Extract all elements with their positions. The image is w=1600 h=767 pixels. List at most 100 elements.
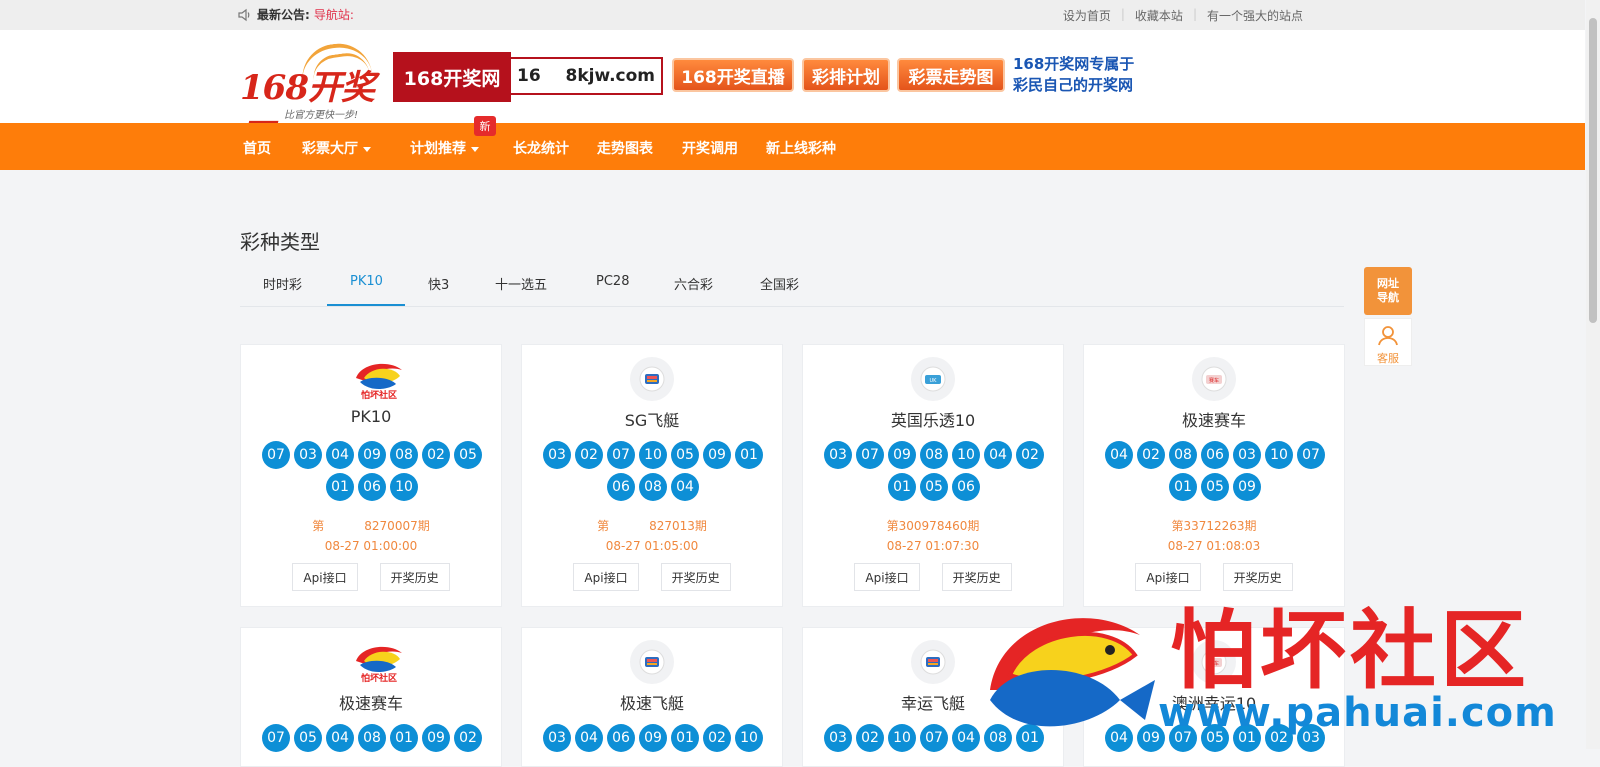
lottery-name[interactable]: 极速赛车: [1084, 407, 1344, 431]
number-ball: 01: [671, 724, 699, 752]
api-button[interactable]: Api接口: [854, 563, 920, 591]
bookmark-link[interactable]: 收藏本站: [1125, 7, 1193, 24]
live-draw-button[interactable]: 168开奖直播: [672, 58, 794, 92]
history-button[interactable]: 开奖历史: [379, 563, 450, 591]
number-ball: 02: [703, 724, 731, 752]
banner-brand[interactable]: 168开奖网: [393, 52, 511, 102]
lottery-card[interactable]: 赛车 澳洲幸运10 04 09 07 05 01 02 03: [1083, 627, 1345, 767]
nav-label: 首页: [243, 141, 271, 157]
lottery-name[interactable]: SG飞艇: [522, 407, 782, 431]
lottery-type-tabs: 时时彩 PK10 快3 十一选五 PC28 六合彩 全国彩: [240, 268, 1344, 307]
number-ball: 07: [262, 724, 290, 752]
lottery-name[interactable]: 极速赛车: [241, 690, 501, 714]
number-ball: 09: [888, 441, 916, 469]
lottery-name[interactable]: PK10: [241, 407, 501, 426]
pahuai-logo: 怕坏社区: [349, 640, 409, 684]
number-ball: 03: [1297, 724, 1325, 752]
url-nav-label: 网址导航: [1377, 277, 1399, 304]
nav-new-lotteries[interactable]: 新上线彩种: [766, 138, 836, 158]
scrollbar-thumb[interactable]: [1589, 18, 1597, 323]
nav-plan-recommend[interactable]: 计划推荐: [410, 138, 479, 158]
number-ball: 06: [607, 473, 635, 501]
nav-draw-api[interactable]: 开奖调用: [682, 138, 738, 158]
draw-result: 03 02 10 07 04 08 01: [819, 724, 1049, 752]
lottery-name[interactable]: 澳洲幸运10: [1084, 690, 1344, 714]
url-nav-float[interactable]: 网址导航: [1364, 267, 1412, 315]
history-button[interactable]: 开奖历史: [660, 563, 731, 591]
boat-icon: [911, 640, 955, 684]
number-ball: 02: [454, 724, 482, 752]
tab-lhc[interactable]: 六合彩: [674, 274, 713, 293]
draw-result: 07 05 04 08 01 09 02: [257, 724, 487, 752]
issue-value: 8270007期: [364, 519, 430, 533]
card-actions: Api接口 开奖历史: [1084, 563, 1344, 591]
site-header: 168开奖网 比官方更快一步! 168开奖网 16 8kjw.com 168开奖…: [0, 30, 1585, 157]
lottery-plan-button[interactable]: 彩排计划: [802, 58, 890, 92]
lottery-name[interactable]: 极速飞艇: [522, 690, 782, 714]
number-ball: 05: [454, 441, 482, 469]
number-ball: 01: [1169, 473, 1197, 501]
number-ball: 10: [735, 724, 763, 752]
page-scrollbar[interactable]: [1586, 0, 1600, 749]
site-link[interactable]: 有一个强大的站点: [1197, 7, 1313, 24]
tab-pk10[interactable]: PK10: [350, 274, 383, 289]
customer-service-float[interactable]: 客服: [1364, 318, 1412, 366]
draw-time: 08-27 01:07:30: [886, 539, 980, 553]
caret-down-icon: [471, 146, 479, 152]
svg-text:怕坏社区: 怕坏社区: [361, 672, 397, 684]
active-tab-indicator: [327, 304, 405, 306]
nav-home[interactable]: 首页: [243, 138, 271, 158]
number-ball: 08: [390, 441, 418, 469]
nav-trend-charts[interactable]: 走势图表: [597, 138, 653, 158]
tagline-line2: 彩民自己的开奖网: [1013, 76, 1134, 94]
banner-url[interactable]: 16 8kjw.com: [511, 57, 663, 95]
race-icon: 赛车: [1192, 640, 1236, 684]
announcement-text[interactable]: 导航站:: [314, 6, 354, 23]
tab-ssc[interactable]: 时时彩: [263, 274, 302, 293]
api-button[interactable]: Api接口: [292, 563, 358, 591]
history-button[interactable]: 开奖历史: [1222, 563, 1293, 591]
lottery-card[interactable]: 幸运飞艇 03 02 10 07 04 08 01: [802, 627, 1064, 767]
trend-chart-button[interactable]: 彩票走势图: [897, 58, 1005, 92]
lottery-name[interactable]: 幸运飞艇: [803, 690, 1063, 714]
number-ball: 10: [639, 441, 667, 469]
number-ball: 06: [952, 473, 980, 501]
lottery-card[interactable]: 怕坏社区极速赛车 07 05 04 08 01 09 02: [240, 627, 502, 767]
set-homepage-link[interactable]: 设为首页: [1053, 7, 1121, 24]
number-ball: 02: [422, 441, 450, 469]
tab-national[interactable]: 全国彩: [760, 274, 799, 293]
svg-text:怕坏社区: 怕坏社区: [361, 389, 397, 401]
nav-lottery-hall[interactable]: 彩票大厅: [302, 138, 371, 158]
draw-time: 08-27 01:08:03: [1167, 539, 1261, 553]
issue-value: 第33712263期: [1171, 519, 1257, 533]
number-ball: 05: [671, 441, 699, 469]
lottery-card[interactable]: 赛车 极速赛车 04 02 08 06 03 10 07 01 05 09 第33712263期 08-2…: [1083, 344, 1345, 607]
lottery-card[interactable]: 极速飞艇 03 04 06 09 01 02 10: [521, 627, 783, 767]
history-button[interactable]: 开奖历史: [941, 563, 1012, 591]
number-ball: 04: [326, 724, 354, 752]
number-ball: 05: [920, 473, 948, 501]
number-ball: 10: [390, 473, 418, 501]
section-title: 彩种类型: [240, 230, 320, 254]
tab-k3[interactable]: 快3: [428, 274, 449, 293]
customer-service-label: 客服: [1377, 352, 1399, 365]
tab-pc28[interactable]: PC28: [596, 274, 629, 289]
lottery-name[interactable]: 英国乐透10: [803, 407, 1063, 431]
number-ball: 02: [1137, 441, 1165, 469]
number-ball: 07: [1297, 441, 1325, 469]
api-button[interactable]: Api接口: [573, 563, 639, 591]
lottery-card[interactable]: 怕坏社区 PK10 07 03 04 09 08 02 05 01 06 10 第 8270007期 08-…: [240, 344, 502, 607]
lottery-card[interactable]: SG飞艇 03 02 07 10 05 09 01 06 08 04 第 827013期 08-27 01…: [521, 344, 783, 607]
number-ball: 03: [1233, 441, 1261, 469]
number-ball: 04: [1105, 441, 1133, 469]
number-ball: 03: [824, 441, 852, 469]
number-ball: 10: [888, 724, 916, 752]
number-ball: 05: [1201, 724, 1229, 752]
card-actions: Api接口 开奖历史: [241, 563, 501, 591]
lottery-card[interactable]: UK 英国乐透10 03 07 09 08 10 04 02 01 05 06 第300978460期 0…: [802, 344, 1064, 607]
site-logo[interactable]: 168开奖网 比官方更快一步!: [240, 39, 380, 157]
nav-streak-stats[interactable]: 长龙统计: [513, 138, 569, 158]
pahuai-logo: 怕坏社区: [349, 357, 409, 401]
api-button[interactable]: Api接口: [1135, 563, 1201, 591]
tab-11x5[interactable]: 十一选五: [495, 274, 547, 293]
